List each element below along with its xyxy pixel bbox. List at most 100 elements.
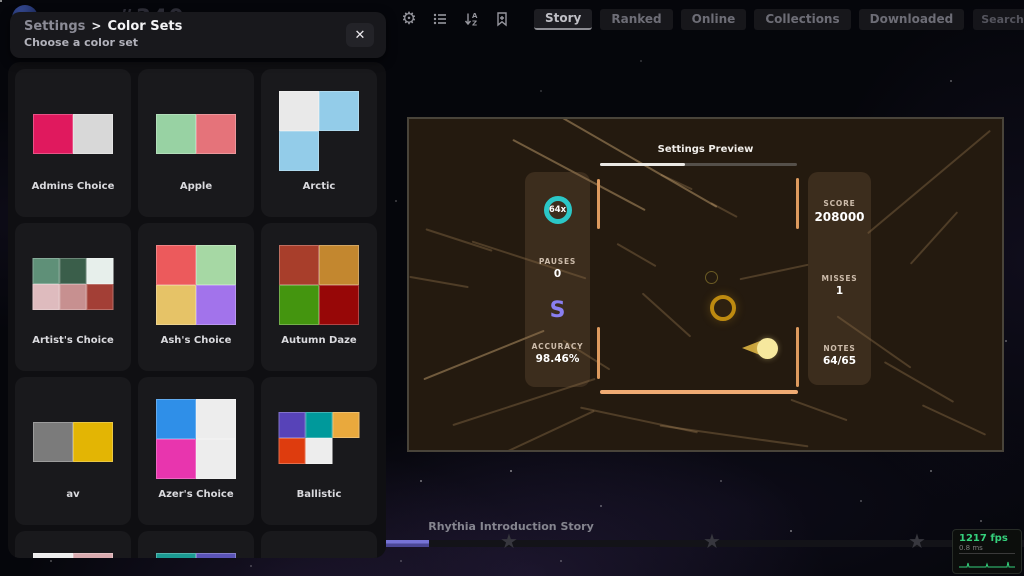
score-value: 208000 bbox=[808, 210, 871, 224]
fps-sparkline bbox=[959, 557, 1015, 569]
color-set-card[interactable]: Arctic bbox=[261, 69, 377, 217]
grade-letter: S bbox=[525, 298, 590, 323]
sort-az-icon[interactable]: A Z bbox=[460, 8, 482, 30]
color-set-name: Ballistic bbox=[261, 489, 377, 500]
color-swatch bbox=[319, 91, 359, 131]
color-swatch bbox=[319, 245, 359, 285]
color-set-name: Azer's Choice bbox=[138, 489, 254, 500]
color-swatch bbox=[87, 284, 114, 310]
color-set-panel: Admins Choice Apple Arctic Artist's Choice A… bbox=[8, 62, 386, 558]
color-swatch bbox=[73, 553, 113, 558]
color-swatch-grid bbox=[156, 114, 236, 154]
color-swatch-grid bbox=[279, 245, 359, 325]
color-swatch-empty bbox=[333, 438, 360, 464]
stats-panel-left: 64x PAUSES 0 S ACCURACY 98.46% bbox=[525, 172, 590, 387]
color-swatch-grid bbox=[33, 258, 114, 310]
speed-streak bbox=[910, 211, 958, 264]
color-set-name: Autumn Daze bbox=[261, 335, 377, 346]
color-set-name: Arctic bbox=[261, 181, 377, 192]
color-set-name: Admins Choice bbox=[15, 181, 131, 192]
color-swatch-grid bbox=[156, 245, 236, 325]
tab-downloaded[interactable]: Downloaded bbox=[859, 9, 965, 30]
color-swatch bbox=[73, 422, 113, 462]
speed-streak bbox=[580, 407, 698, 434]
color-set-card[interactable]: av bbox=[15, 377, 131, 525]
color-set-card[interactable]: Artist's Choice bbox=[15, 223, 131, 371]
pauses-value: 0 bbox=[525, 268, 590, 280]
color-set-card[interactable]: Azer's Choice bbox=[138, 377, 254, 525]
color-set-card[interactable] bbox=[261, 531, 377, 558]
color-swatch bbox=[306, 412, 333, 438]
speed-streak bbox=[740, 264, 809, 281]
story-progress-fill bbox=[386, 540, 429, 547]
color-swatch bbox=[33, 284, 60, 310]
nav-tabs: Story Ranked Online Collections Downloaded bbox=[534, 9, 964, 30]
tab-story[interactable]: Story bbox=[534, 9, 592, 30]
speed-streak bbox=[884, 361, 954, 403]
misses-value: 1 bbox=[808, 285, 871, 297]
bookmark-add-icon[interactable] bbox=[491, 8, 513, 30]
breadcrumb-settings[interactable]: Settings bbox=[24, 19, 85, 34]
note-ball bbox=[757, 338, 778, 359]
misses-label: MISSES bbox=[808, 274, 871, 283]
color-swatch bbox=[279, 245, 319, 285]
combo-ring: 64x bbox=[544, 196, 572, 224]
color-swatch bbox=[156, 245, 196, 285]
color-swatch-grid bbox=[156, 399, 236, 479]
accuracy-label: ACCURACY bbox=[525, 342, 590, 351]
color-swatch bbox=[279, 438, 306, 464]
notes-label: NOTES bbox=[808, 344, 871, 353]
color-swatch bbox=[33, 422, 73, 462]
settings-panel-header: Settings > Color Sets Choose a color set… bbox=[10, 12, 386, 58]
color-set-name: Artist's Choice bbox=[15, 335, 131, 346]
map-node-star-icon[interactable]: ★ bbox=[703, 531, 721, 551]
color-swatch bbox=[196, 553, 236, 558]
tab-ranked[interactable]: Ranked bbox=[600, 9, 672, 30]
color-set-grid: Admins Choice Apple Arctic Artist's Choice A… bbox=[15, 69, 379, 558]
color-swatch-grid bbox=[33, 553, 113, 558]
accuracy-value: 98.46% bbox=[525, 353, 590, 365]
tab-collections[interactable]: Collections bbox=[754, 9, 850, 30]
preview-progress-bar bbox=[600, 163, 797, 166]
breadcrumb-color-sets: Color Sets bbox=[107, 19, 182, 34]
color-set-card[interactable]: Autumn Daze bbox=[261, 223, 377, 371]
color-swatch bbox=[156, 553, 196, 558]
fps-value: 1217 fps bbox=[959, 533, 1015, 544]
score-label: SCORE bbox=[808, 199, 871, 208]
lane-bar-right-top bbox=[796, 178, 799, 229]
color-set-card[interactable]: Apple bbox=[138, 69, 254, 217]
color-set-card[interactable] bbox=[15, 531, 131, 558]
speed-streak bbox=[617, 243, 657, 267]
color-swatch-grid bbox=[156, 553, 236, 558]
speed-streak bbox=[409, 276, 468, 288]
panel-subtitle: Choose a color set bbox=[24, 36, 372, 49]
settings-gear-icon[interactable]: ⚙ bbox=[398, 8, 420, 30]
cursor-ring bbox=[710, 295, 736, 321]
color-swatch-grid bbox=[33, 422, 113, 462]
search-input[interactable] bbox=[973, 9, 1024, 30]
preview-title: Settings Preview bbox=[409, 144, 1002, 155]
close-button[interactable]: ✕ bbox=[346, 23, 374, 47]
color-set-card[interactable]: Admins Choice bbox=[15, 69, 131, 217]
color-swatch-grid bbox=[279, 91, 359, 171]
color-swatch bbox=[279, 412, 306, 438]
fps-counter: 1217 fps 0.8 ms bbox=[952, 529, 1022, 574]
breadcrumb: Settings > Color Sets bbox=[24, 19, 372, 34]
color-swatch bbox=[87, 258, 114, 284]
color-set-card[interactable]: Ash's Choice bbox=[138, 223, 254, 371]
map-list-icon[interactable] bbox=[429, 8, 451, 30]
speed-streak bbox=[425, 228, 492, 252]
tab-online[interactable]: Online bbox=[681, 9, 747, 30]
color-swatch bbox=[196, 399, 236, 439]
map-node-star-icon[interactable]: ★ bbox=[500, 531, 518, 551]
svg-text:Z: Z bbox=[472, 20, 477, 28]
color-swatch bbox=[279, 91, 319, 131]
breadcrumb-separator: > bbox=[91, 19, 101, 33]
color-swatch bbox=[196, 245, 236, 285]
color-swatch bbox=[156, 114, 196, 154]
color-swatch bbox=[33, 553, 73, 558]
color-set-card[interactable] bbox=[138, 531, 254, 558]
map-node-star-icon[interactable]: ★ bbox=[908, 531, 926, 551]
color-set-card[interactable]: Ballistic bbox=[261, 377, 377, 525]
combo-value: 64x bbox=[549, 205, 566, 215]
